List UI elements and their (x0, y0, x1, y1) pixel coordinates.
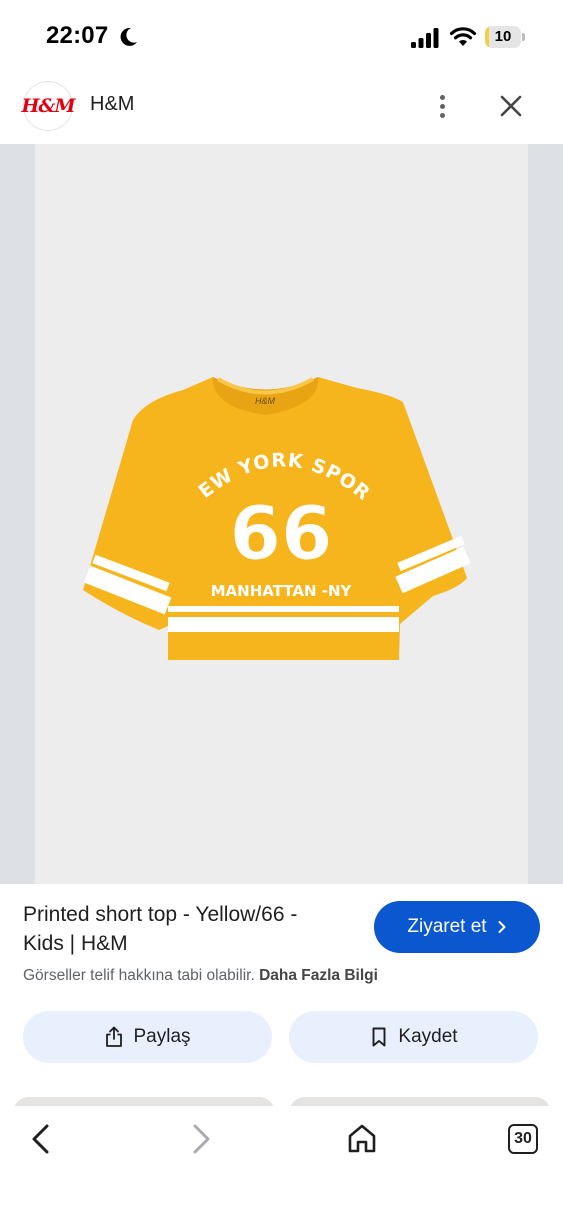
share-icon (106, 1026, 123, 1047)
bookmark-icon (372, 1027, 386, 1047)
save-label: Kaydet (398, 1026, 458, 1047)
forward-icon[interactable] (188, 1122, 214, 1156)
status-bar: 22:07 10 (0, 0, 563, 72)
more-vert-icon (439, 94, 445, 100)
share-label: Paylaş (133, 1026, 191, 1047)
shirt-label: H&M (255, 396, 276, 406)
product-image[interactable]: H&M NEW YORK SPORT 66 MANHATTAN -NY (35, 144, 528, 884)
battery-level: 10 (494, 28, 512, 45)
signal-icon (411, 28, 439, 48)
wifi-icon (449, 27, 477, 46)
learn-more-link[interactable]: Daha Fazla Bilgi (259, 967, 378, 984)
bottom-nav: 30 (0, 1106, 563, 1219)
visit-label: Ziyaret et (407, 916, 487, 937)
visit-button[interactable]: Ziyaret et (374, 901, 540, 953)
moon-icon (120, 27, 137, 46)
chevron-right-icon (498, 921, 506, 933)
status-time: 22:07 (46, 22, 109, 49)
product-image-area[interactable]: H&M NEW YORK SPORT 66 MANHATTAN -NY (0, 144, 563, 884)
share-button[interactable]: Paylaş (23, 1011, 272, 1063)
back-icon[interactable] (28, 1122, 54, 1156)
shirt-print-number: 66 (230, 491, 333, 577)
page-header: H&M H&M (0, 72, 563, 144)
shirt-image: H&M NEW YORK SPORT 66 MANHATTAN -NY (35, 144, 471, 660)
site-title: H&M (90, 93, 135, 115)
site-logo[interactable]: H&M (21, 81, 76, 131)
save-button[interactable]: Kaydet (289, 1011, 538, 1063)
more-options-button[interactable] (428, 88, 456, 124)
home-icon[interactable] (346, 1122, 378, 1156)
copyright-text: Görseller telif hakkına tabi olabilir. (23, 967, 255, 984)
product-title[interactable]: Printed short top - Yellow/66 - Kids | H… (23, 900, 343, 958)
tabs-button[interactable]: 30 (508, 1124, 538, 1154)
copyright-notice: Görseller telif hakkına tabi olabilir. D… (23, 967, 378, 985)
tab-count: 30 (514, 1130, 532, 1147)
close-icon[interactable] (495, 88, 527, 124)
logo-text: H&M (21, 95, 75, 117)
shirt-print-bottom: MANHATTAN -NY (211, 582, 353, 600)
battery-icon: 10 (485, 26, 525, 48)
